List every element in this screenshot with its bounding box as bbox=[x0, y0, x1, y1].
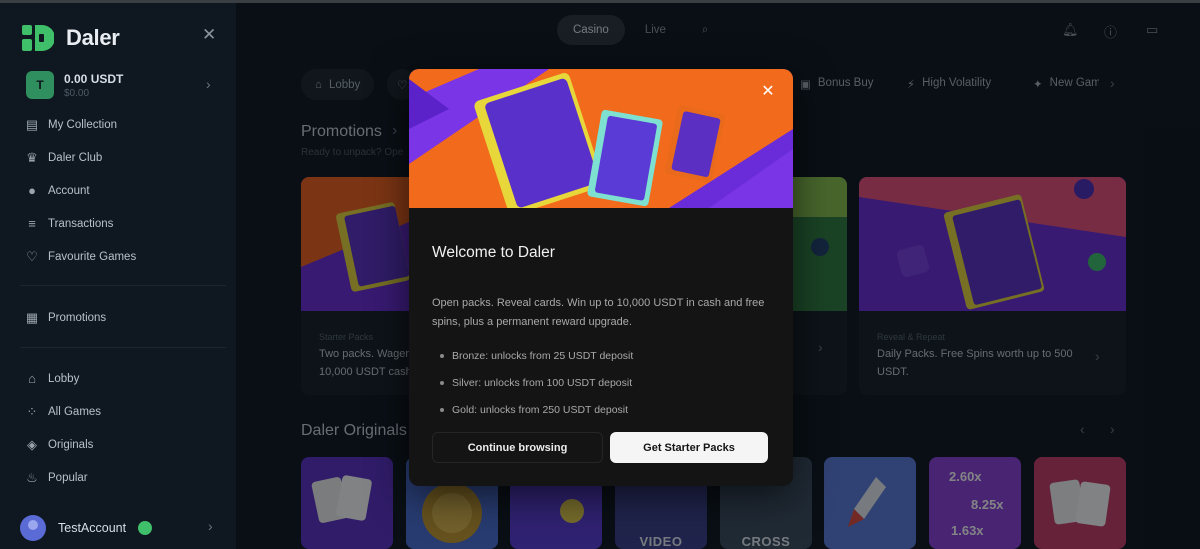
usdt-icon: T bbox=[26, 71, 54, 99]
bullet-text: Gold: unlocks from 250 USDT deposit bbox=[452, 404, 629, 416]
daler-logo-icon bbox=[22, 25, 54, 51]
sidebar-item-label: Originals bbox=[48, 439, 94, 451]
promo-icon: ▦ bbox=[25, 310, 39, 325]
bullet-dot bbox=[440, 408, 444, 412]
sidebar-item-originals[interactable]: ◈ Originals bbox=[24, 437, 93, 453]
sidebar-item-account[interactable]: ● Account bbox=[24, 183, 90, 199]
bullet-text: Silver: unlocks from 100 USDT deposit bbox=[452, 377, 633, 389]
originals-icon: ◈ bbox=[27, 437, 37, 452]
fire-icon: ♨ bbox=[26, 470, 38, 485]
wallet-amount: 0.00 USDT bbox=[64, 71, 124, 86]
starter-packs-hero-image bbox=[409, 69, 793, 208]
sidebar-item-all-games[interactable]: ⁘ All Games bbox=[24, 404, 102, 420]
sidebar-item-label: Popular bbox=[48, 472, 88, 484]
modal-description: Open packs. Reveal cards. Win up to 10,0… bbox=[432, 297, 765, 328]
sidebar-item-label: Transactions bbox=[48, 218, 114, 230]
divider bbox=[20, 347, 226, 348]
tier-bullet-silver: Silver: unlocks from 100 USDT deposit bbox=[440, 377, 632, 389]
chevron-right-icon[interactable]: › bbox=[206, 76, 211, 92]
bullet-text: Bronze: unlocks from 25 USDT deposit bbox=[452, 350, 634, 362]
sidebar-item-daler-club[interactable]: ♛ Daler Club bbox=[24, 150, 102, 166]
home-icon: ⌂ bbox=[28, 371, 36, 386]
avatar bbox=[20, 515, 46, 541]
continue-browsing-button[interactable]: Continue browsing bbox=[432, 432, 603, 463]
sidebar-item-label: Daler Club bbox=[48, 152, 103, 164]
sidebar-item-label: Promotions bbox=[48, 312, 107, 324]
user-name: TestAccount bbox=[58, 521, 127, 535]
modal-title: Welcome to Daler bbox=[432, 244, 555, 261]
chevron-right-icon[interactable]: › bbox=[208, 518, 213, 534]
logo[interactable]: Daler bbox=[22, 25, 120, 51]
heart-icon: ♡ bbox=[26, 249, 38, 264]
sidebar-item-label: Favourite Games bbox=[48, 251, 137, 263]
sidebar-item-favourite-games[interactable]: ♡ Favourite Games bbox=[24, 249, 136, 265]
sidebar-item-transactions[interactable]: ≡ Transactions bbox=[24, 216, 113, 232]
sidebar-item-label: All Games bbox=[48, 406, 102, 418]
collection-icon: ▤ bbox=[25, 117, 39, 132]
user-profile[interactable]: TestAccount bbox=[20, 515, 153, 541]
logo-text: Daler bbox=[66, 25, 120, 50]
club-icon: ♛ bbox=[26, 150, 38, 165]
club-badge-icon bbox=[138, 521, 153, 535]
wallet-fiat: $0.00 bbox=[64, 87, 90, 99]
sidebar: Daler ✕ T 0.00 USDT $0.00 › ▤ My Collect… bbox=[0, 3, 236, 549]
sidebar-item-label: Lobby bbox=[48, 373, 80, 385]
get-starter-packs-button[interactable]: Get Starter Packs bbox=[610, 432, 768, 463]
sidebar-item-promotions[interactable]: ▦ Promotions bbox=[24, 310, 106, 326]
close-sidebar-icon[interactable]: ✕ bbox=[202, 25, 216, 45]
user-icon: ● bbox=[28, 183, 36, 198]
sidebar-item-lobby[interactable]: ⌂ Lobby bbox=[24, 371, 79, 387]
welcome-modal: ✕ Welcome to Daler Open packs. Reveal ca… bbox=[409, 69, 793, 486]
bullet-dot bbox=[440, 354, 444, 358]
sidebar-item-label: My Collection bbox=[48, 119, 118, 131]
bullet-dot bbox=[440, 381, 444, 385]
list-icon: ≡ bbox=[28, 216, 36, 231]
sidebar-item-my-collection[interactable]: ▤ My Collection bbox=[24, 117, 117, 133]
tier-bullet-gold: Gold: unlocks from 250 USDT deposit bbox=[440, 404, 628, 416]
grid-icon: ⁘ bbox=[26, 404, 38, 419]
tier-bullet-bronze: Bronze: unlocks from 25 USDT deposit bbox=[440, 350, 633, 362]
sidebar-item-label: Account bbox=[48, 185, 90, 197]
wallet-balance[interactable]: T 0.00 USDT $0.00 bbox=[26, 71, 123, 99]
close-icon[interactable]: ✕ bbox=[761, 84, 775, 100]
divider bbox=[20, 285, 226, 286]
sidebar-item-popular[interactable]: ♨ Popular bbox=[24, 470, 88, 486]
